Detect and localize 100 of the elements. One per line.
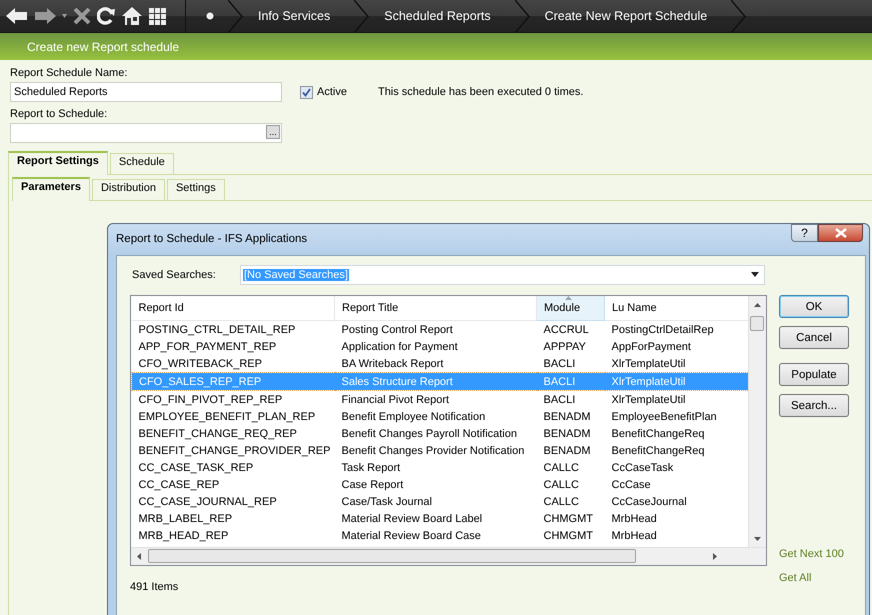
column-header[interactable]: Report Id [132,296,334,320]
table-cell: CFO_FIN_PIVOT_REP_REP [132,390,334,408]
table-cell-text: Benefit Employee Notification [340,410,486,424]
table-row[interactable]: POSTING_CTRL_DETAIL_REP Posting Control Report ACCRUL PostingCtrlDetailRep [132,320,752,338]
grid-icon[interactable] [149,8,166,24]
table-row[interactable]: MRB_HEAD_REP Material Review Board Case CHMGMT MrbHead [132,527,752,544]
table-cell-text: AppForPayment [610,340,692,354]
breadcrumb-link[interactable]: Create New Report Schedule [530,9,732,23]
table-cell-text: CC_CASE_REP [138,478,220,492]
table-cell: ACCRUL [536,320,604,338]
table-cell-text: BENEFIT_CHANGE_REQ_REP [138,426,298,442]
dot-icon[interactable] [206,12,214,20]
table-cell-text: BENADM [542,444,592,458]
table-cell-text: CHMGMT [542,512,594,526]
down-arrow-icon[interactable] [754,537,761,541]
column-header[interactable]: Module [536,296,604,320]
table-cell: PostingCtrlDetailRep [604,320,752,338]
close-icon [834,228,846,238]
dialog-button[interactable]: Cancel [779,326,849,349]
table-cell-text: Benefit Changes Payroll Notification [340,426,518,442]
table-cell: CFO_WRITEBACK_REP [132,355,334,372]
dialog-button[interactable]: OK [779,295,849,318]
dialog-title: Report to Schedule - IFS Applications [115,233,308,245]
table-cell: BACLI [536,390,604,408]
dialog-button[interactable]: Search... [779,394,849,417]
table-row[interactable]: CC_CASE_TASK_REP Task Report CALLC CcCaseTask [132,459,752,476]
table-cell: CFO_SALES_REP_REP [132,372,334,390]
page-title: Create new Report schedule [26,40,180,54]
table-cell-text: Application for Payment [340,340,459,354]
link[interactable]: Get All [779,572,851,584]
table-cell-text: Case/Task Journal [340,494,433,510]
tab[interactable]: Report Settings [8,151,108,175]
table-row[interactable]: CFO_WRITEBACK_REP BA Writeback Report BACLI XlrTemplateUtil [132,355,752,372]
scrollbar-thumb[interactable] [148,549,636,563]
name-field[interactable]: Scheduled Reports [10,82,282,102]
link[interactable]: Get Next 100 [779,548,851,560]
report-list[interactable] [130,295,767,566]
table-cell-text: BenefitChangeReq [610,426,706,442]
tab[interactable]: Parameters [12,177,90,201]
table-cell: XlrTemplateUtil [604,355,752,372]
table-row[interactable]: CFO_FIN_PIVOT_REP_REP Financial Pivot Report BACLI XlrTemplateUtil [132,390,752,408]
column-header[interactable]: Report Title [334,296,536,320]
left-arrow-icon[interactable] [137,553,141,560]
caret-icon[interactable] [62,14,67,18]
breadcrumb-link[interactable]: Scheduled Reports [370,9,515,23]
table-cell-text: CcCase [610,478,652,492]
right-arrow-icon[interactable] [713,553,717,560]
table-cell: XlrTemplateUtil [604,390,752,408]
table-cell: BA Writeback Report [334,355,536,372]
close-button[interactable] [818,224,863,242]
table-cell: BACLI [536,355,604,372]
tab[interactable]: Distribution [92,179,165,200]
caret-icon [751,272,759,277]
table-row[interactable]: EMPLOYEE_BENEFIT_PLAN_REP Benefit Employee Notification BENADM EmployeeBenefitPlan [132,408,752,425]
forward-icon[interactable] [34,7,56,25]
close-icon[interactable] [73,7,91,25]
table-cell-text: CALLC [542,460,580,476]
tab[interactable]: Schedule [110,153,174,174]
table-row[interactable]: MRB_LABEL_REP Material Review Board Label CHMGMT MrbHead [132,510,752,527]
item-count: 491 Items [130,581,178,593]
breadcrumb-link[interactable]: Info Services [244,9,354,23]
table-cell-text: Benefit Changes Provider Notification [340,444,526,458]
table-cell-text: APPPAY [542,340,587,354]
refresh-icon[interactable] [97,7,115,25]
table-cell-text: BENADM [542,410,592,424]
report-field[interactable] [10,123,282,143]
scrollbar-thumb[interactable] [750,316,764,331]
table-row[interactable]: CC_CASE_JOURNAL_REP Case/Task Journal CALLC CcCaseJournal [132,493,752,510]
back-icon[interactable] [6,7,28,25]
help-button[interactable]: ? [791,224,818,242]
table-cell-text: APP_FOR_PAYMENT_REP [138,340,278,354]
table-row[interactable]: CC_CASE_REP Case Report CALLC CcCase [132,476,752,493]
field-label: Report to Schedule: [10,108,108,122]
table-cell-text: EmployeeBenefitPlan [610,410,718,424]
checkbox[interactable] [300,86,313,98]
selected-text: [No Saved Searches] [243,268,349,280]
home-icon[interactable] [121,6,143,26]
horizontal-scrollbar[interactable] [131,547,766,565]
table-cell-text: Material Review Board Label [340,512,484,526]
up-arrow-icon[interactable] [754,303,761,307]
tab[interactable]: Settings [166,179,225,200]
table-cell-text: CC_CASE_JOURNAL_REP [138,494,278,510]
table-cell-text: MrbHead [610,528,658,544]
table-cell-text: BENEFIT_CHANGE_PROVIDER_REP [138,444,332,458]
table-cell-text: EMPLOYEE_BENEFIT_PLAN_REP [138,410,316,424]
browse-button[interactable]: ... [266,125,280,139]
table-cell-text: BENADM [542,426,592,442]
table-cell: Posting Control Report [334,320,536,338]
table-cell: BACLI [536,372,604,390]
sort-arrow-icon [565,296,572,300]
table-cell-text: Material Review Board Case [340,528,482,544]
dialog-button[interactable]: Populate [779,363,849,386]
table-cell-text: MRB_HEAD_REP [138,528,230,544]
table-row[interactable]: BENEFIT_CHANGE_REQ_REP Benefit Changes Payroll Notification BENADM BenefitChangeReq [132,425,752,442]
table-row[interactable]: APP_FOR_PAYMENT_REP Application for Payment APPPAY AppForPayment [132,338,752,355]
vertical-scrollbar[interactable] [748,296,766,548]
table-cell-text: CC_CASE_TASK_REP [138,460,254,476]
table-cell-text: CcCaseTask [610,460,674,476]
table-cell-text: BenefitChangeReq [610,444,706,458]
table-row[interactable]: BENEFIT_CHANGE_PROVIDER_REP Benefit Changes Provider Notification BENADM BenefitChangeReq [132,442,752,459]
